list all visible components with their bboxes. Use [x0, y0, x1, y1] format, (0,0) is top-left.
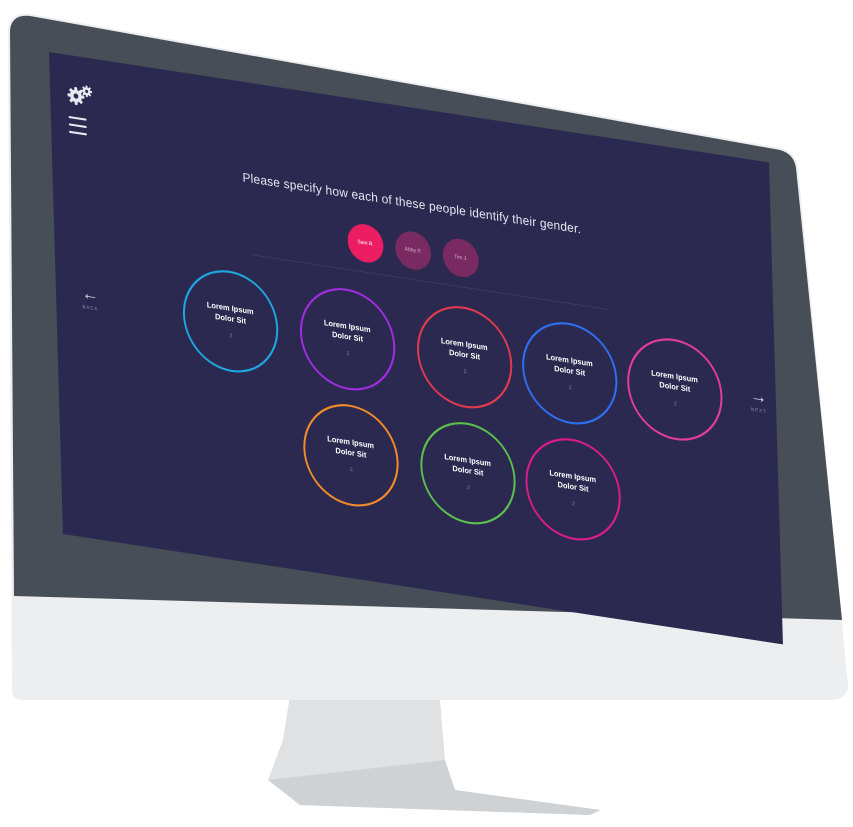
- gender-option[interactable]: Lorem Ipsum Dolor Sit 2: [418, 415, 518, 532]
- option-label: Lorem Ipsum Dolor Sit: [444, 451, 492, 478]
- option-count: 2: [229, 332, 233, 340]
- next-label: NEXT: [750, 406, 767, 415]
- option-label: Lorem Ipsum Dolor Sit: [440, 335, 488, 362]
- back-label: BACK: [82, 303, 99, 312]
- monitor-mockup: Please specify how each of these people …: [0, 0, 853, 827]
- option-count: 2: [568, 384, 572, 392]
- option-count: 2: [463, 368, 467, 376]
- gender-option[interactable]: Lorem Ipsum Dolor Sit 2: [625, 331, 724, 448]
- person-chip[interactable]: Abby P.: [394, 228, 432, 273]
- gender-option[interactable]: Lorem Ipsum Dolor Sit 2: [301, 397, 401, 514]
- gender-option[interactable]: Lorem Ipsum Dolor Sit 2: [181, 263, 280, 380]
- gender-option[interactable]: Lorem Ipsum Dolor Sit 2: [520, 315, 619, 432]
- person-chip[interactable]: Tim J.: [442, 236, 480, 280]
- arrow-right-icon: →: [749, 385, 768, 408]
- option-count: 2: [673, 400, 677, 408]
- option-count: 2: [466, 484, 470, 492]
- person-chip[interactable]: Sam B.: [347, 221, 384, 266]
- option-label: Lorem Ipsum Dolor Sit: [545, 351, 593, 378]
- gender-option[interactable]: Lorem Ipsum Dolor Sit 2: [298, 281, 397, 398]
- option-label: Lorem Ipsum Dolor Sit: [206, 299, 254, 326]
- option-count: 2: [572, 500, 576, 508]
- option-label: Lorem Ipsum Dolor Sit: [327, 433, 375, 460]
- option-label: Lorem Ipsum Dolor Sit: [650, 367, 698, 394]
- arrow-left-icon: ←: [81, 282, 99, 306]
- gender-option[interactable]: Lorem Ipsum Dolor Sit 2: [415, 299, 514, 416]
- next-button[interactable]: → NEXT: [749, 385, 768, 415]
- back-button[interactable]: ← BACK: [81, 282, 99, 312]
- gender-option[interactable]: Lorem Ipsum Dolor Sit 2: [524, 431, 623, 548]
- option-count: 2: [349, 466, 353, 474]
- option-count: 2: [346, 350, 350, 358]
- option-label: Lorem Ipsum Dolor Sit: [549, 467, 597, 494]
- gears-icon[interactable]: [67, 82, 95, 109]
- hamburger-menu-icon[interactable]: [68, 115, 87, 136]
- option-label: Lorem Ipsum Dolor Sit: [323, 317, 371, 344]
